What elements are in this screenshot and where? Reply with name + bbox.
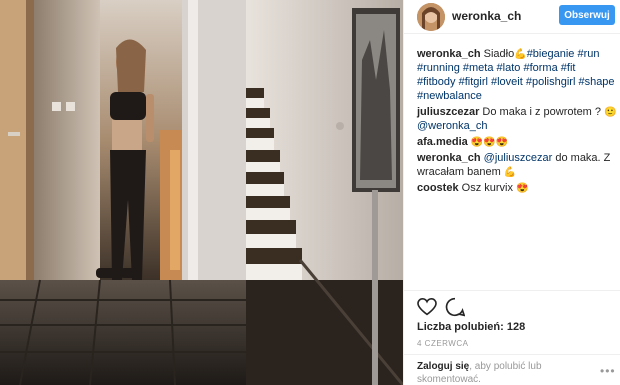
post-actions: Liczba polubień: 128 4 CZERWCA Zaloguj s… bbox=[404, 290, 620, 385]
hashtag[interactable]: #fitgirl bbox=[459, 76, 488, 88]
comment-text: Do maka i z powrotem ? bbox=[482, 106, 602, 118]
caption-emoji: 💪 bbox=[514, 49, 527, 60]
heart-icon[interactable] bbox=[417, 298, 437, 316]
caption: weronka_ch Siadło💪#bieganie #run #runnin… bbox=[417, 47, 617, 103]
likes-count[interactable]: Liczba polubień: 128 bbox=[417, 321, 525, 333]
hashtag[interactable]: #loveit bbox=[491, 76, 523, 88]
post-photo bbox=[0, 0, 403, 385]
comment-username[interactable]: afa.media bbox=[417, 136, 468, 148]
hashtag[interactable]: #running bbox=[417, 62, 460, 74]
hashtag[interactable]: #fitbody bbox=[417, 76, 456, 88]
hashtag[interactable]: #lato bbox=[497, 62, 521, 74]
comment-mention[interactable]: @weronka_ch bbox=[417, 120, 487, 132]
comment-mention[interactable]: @juliuszcezar bbox=[484, 152, 553, 164]
post-header: weronka_ch Obserwuj bbox=[404, 0, 620, 34]
hashtag[interactable]: #newbalance bbox=[417, 90, 482, 102]
header-username[interactable]: weronka_ch bbox=[452, 9, 521, 23]
login-text: Zaloguj się, aby polubić lub skomentować… bbox=[417, 360, 587, 385]
comment-bubble-icon[interactable] bbox=[445, 297, 465, 317]
comment-emoji: 💪 bbox=[503, 167, 517, 178]
hashtag[interactable]: #meta bbox=[463, 62, 494, 74]
comment-emoji: 😍 bbox=[516, 183, 529, 194]
comment-item: juliuszcezar Do maka i z powrotem ? 🙂 @w… bbox=[417, 105, 617, 133]
comment-item: afa.media 😍😍😍 bbox=[417, 135, 617, 149]
follow-button[interactable]: Obserwuj bbox=[559, 5, 615, 25]
login-prompt: Zaloguj się, aby polubić lub skomentować… bbox=[404, 354, 620, 385]
hashtag[interactable]: #fit bbox=[561, 62, 576, 74]
comment-item: weronka_ch @juliuszcezar do maka. Z wrac… bbox=[417, 151, 617, 179]
caption-text: Siadło bbox=[483, 48, 515, 60]
caption-username[interactable]: weronka_ch bbox=[417, 48, 481, 60]
avatar[interactable] bbox=[417, 3, 445, 31]
post-sidebar: weronka_ch Obserwuj weronka_ch Siadło💪#b… bbox=[403, 0, 620, 385]
hashtag[interactable]: #polishgirl bbox=[526, 76, 576, 88]
comment-username[interactable]: juliuszcezar bbox=[417, 106, 479, 118]
login-link[interactable]: Zaloguj się bbox=[417, 361, 469, 372]
comment-item: coostek Osz kurvix 😍 bbox=[417, 181, 617, 195]
comment-username[interactable]: weronka_ch bbox=[417, 152, 481, 164]
comment-emoji: 😍😍😍 bbox=[470, 137, 509, 148]
hashtag[interactable]: #bieganie bbox=[527, 48, 575, 60]
comment-username[interactable]: coostek bbox=[417, 182, 459, 194]
comments-list: weronka_ch Siadło💪#bieganie #run #runnin… bbox=[417, 47, 617, 197]
more-options-icon[interactable]: ••• bbox=[600, 364, 616, 378]
comment-text: Osz kurvix bbox=[461, 182, 513, 194]
hashtag[interactable]: #forma bbox=[523, 62, 557, 74]
hashtag[interactable]: #shape bbox=[578, 76, 614, 88]
comment-emoji: 🙂 bbox=[604, 107, 617, 118]
post-date: 4 CZERWCA bbox=[417, 339, 469, 348]
hashtag[interactable]: #run bbox=[577, 48, 599, 60]
